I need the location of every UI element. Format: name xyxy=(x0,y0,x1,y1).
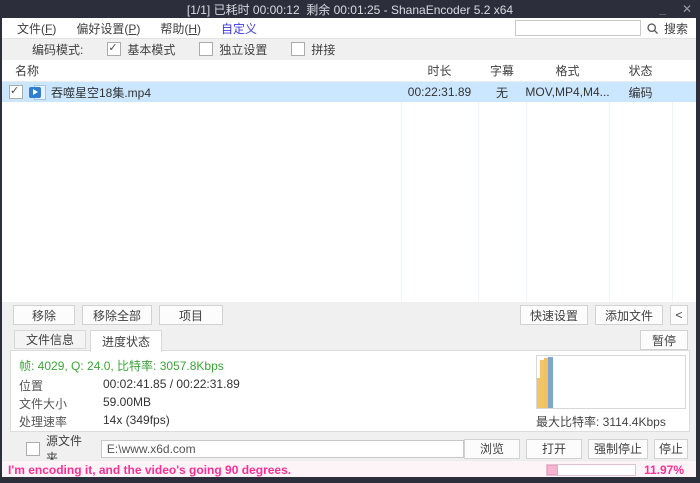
table-header: 名称 时长 字幕 格式 状态 xyxy=(2,60,696,82)
bitrate-chart xyxy=(536,355,686,409)
output-path-input[interactable] xyxy=(101,440,464,458)
stop-button[interactable]: 停止 xyxy=(654,439,688,459)
encode-progress-fill xyxy=(547,465,558,475)
file-duration: 00:22:31.89 xyxy=(401,82,478,102)
toolbar-left: 移除 移除全部 项目 xyxy=(13,305,223,325)
join-checkbox[interactable] xyxy=(291,42,305,56)
tab-row: 文件信息 进度状态 暂停 xyxy=(2,328,696,350)
table-row[interactable]: 吞噬星空18集.mp4 00:22:31.89 无 MOV,MP4,M4... … xyxy=(2,82,696,102)
window-border-right xyxy=(696,0,700,483)
speed-label: 处理速率 xyxy=(19,413,67,430)
window-border-left xyxy=(0,0,2,483)
open-button[interactable]: 打开 xyxy=(526,439,582,459)
progress-panel: 帧: 4029, Q: 24.0, 比特率: 3057.8Kbps 位置 00:… xyxy=(10,350,690,432)
file-table: 名称 时长 字幕 格式 状态 吞噬星空18集.mp4 00:22:31.89 无… xyxy=(2,60,696,302)
output-buttons: 浏览 打开 强制停止 停止 xyxy=(464,439,688,459)
file-format: MOV,MP4,M4... xyxy=(526,82,609,102)
basic-mode-checkbox[interactable] xyxy=(107,42,121,56)
project-button[interactable]: 项目 xyxy=(159,305,223,325)
bitrate-bar xyxy=(548,357,553,408)
status-bar: I'm encoding it, and the video's going 9… xyxy=(2,460,696,478)
progress-percentage: 11.97% xyxy=(644,463,684,477)
position-value: 00:02:41.85 / 00:22:31.89 xyxy=(103,377,240,391)
quick-settings-button[interactable]: 快速设置 xyxy=(520,305,588,325)
header-status[interactable]: 状态 xyxy=(609,60,672,81)
max-bitrate-label: 最大比特率: 3114.4Kbps xyxy=(536,413,666,430)
close-button[interactable]: ✕ xyxy=(682,4,692,14)
bitrate-bars xyxy=(537,356,553,408)
search-label[interactable]: 搜索 xyxy=(664,20,688,37)
file-name: 吞噬星空18集.mp4 xyxy=(51,84,151,101)
shanaencoder-window: [1/1] 已耗时 00:00:12 剩余 00:01:25 - ShanaEn… xyxy=(0,0,700,483)
browse-button[interactable]: 浏览 xyxy=(464,439,520,459)
force-stop-button[interactable]: 强制停止 xyxy=(588,439,648,459)
position-label: 位置 xyxy=(19,377,43,394)
mode-option-independent[interactable]: 独立设置 xyxy=(199,41,267,58)
output-bar: 源文件夹 浏览 打开 强制停止 停止 xyxy=(2,437,696,460)
collapse-button[interactable]: < xyxy=(670,305,688,325)
menu-preferences[interactable]: 偏好设置(P) xyxy=(71,19,145,38)
tab-file-info[interactable]: 文件信息 xyxy=(14,330,86,349)
remove-button[interactable]: 移除 xyxy=(13,305,75,325)
menu-file[interactable]: 文件(F) xyxy=(12,19,61,38)
mode-option-join[interactable]: 拼接 xyxy=(291,41,335,58)
menu-help[interactable]: 帮助(H) xyxy=(155,19,206,38)
header-subtitle[interactable]: 字幕 xyxy=(478,60,526,81)
encode-progress-bar xyxy=(546,464,636,476)
pause-button[interactable]: 暂停 xyxy=(640,330,688,350)
row-checkbox[interactable] xyxy=(9,85,23,99)
video-file-icon xyxy=(29,85,46,100)
file-status: 编码 xyxy=(609,82,672,102)
search-input[interactable] xyxy=(515,20,641,36)
encode-stats: 帧: 4029, Q: 24.0, 比特率: 3057.8Kbps xyxy=(19,357,224,374)
search-icon[interactable] xyxy=(646,22,659,35)
window-controls: _ ✕ xyxy=(659,0,692,18)
filesize-label: 文件大小 xyxy=(19,395,67,412)
mode-bar: 编码模式: 基本模式 独立设置 拼接 xyxy=(2,38,696,60)
window-title: [1/1] 已耗时 00:00:12 剩余 00:01:25 - ShanaEn… xyxy=(187,1,513,18)
header-duration[interactable]: 时长 xyxy=(401,60,478,81)
menu-customize[interactable]: 自定义 xyxy=(216,19,262,38)
toolbar: 移除 移除全部 项目 快速设置 添加文件 < xyxy=(2,302,696,328)
speed-value: 14x (349fps) xyxy=(103,413,170,427)
toolbar-right: 快速设置 添加文件 < xyxy=(520,305,688,325)
header-name[interactable]: 名称 xyxy=(2,60,414,81)
independent-settings-checkbox[interactable] xyxy=(199,42,213,56)
search-area: 搜索 xyxy=(515,20,688,36)
minimize-button[interactable]: _ xyxy=(659,4,666,14)
status-message: I'm encoding it, and the video's going 9… xyxy=(8,463,291,477)
add-file-button[interactable]: 添加文件 xyxy=(595,305,663,325)
remove-all-button[interactable]: 移除全部 xyxy=(82,305,152,325)
filesize-value: 59.00MB xyxy=(103,395,151,409)
menu-bar: 文件(F) 偏好设置(P) 帮助(H) 自定义 搜索 xyxy=(2,18,696,39)
mode-label: 编码模式: xyxy=(32,41,83,58)
tab-progress-status[interactable]: 进度状态 xyxy=(90,330,162,352)
title-bar: [1/1] 已耗时 00:00:12 剩余 00:01:25 - ShanaEn… xyxy=(0,0,700,18)
header-format[interactable]: 格式 xyxy=(526,60,609,81)
source-folder-checkbox[interactable] xyxy=(26,442,40,456)
file-subtitle: 无 xyxy=(478,82,526,102)
window-border-bottom xyxy=(0,477,700,483)
mode-option-basic[interactable]: 基本模式 xyxy=(107,41,175,58)
